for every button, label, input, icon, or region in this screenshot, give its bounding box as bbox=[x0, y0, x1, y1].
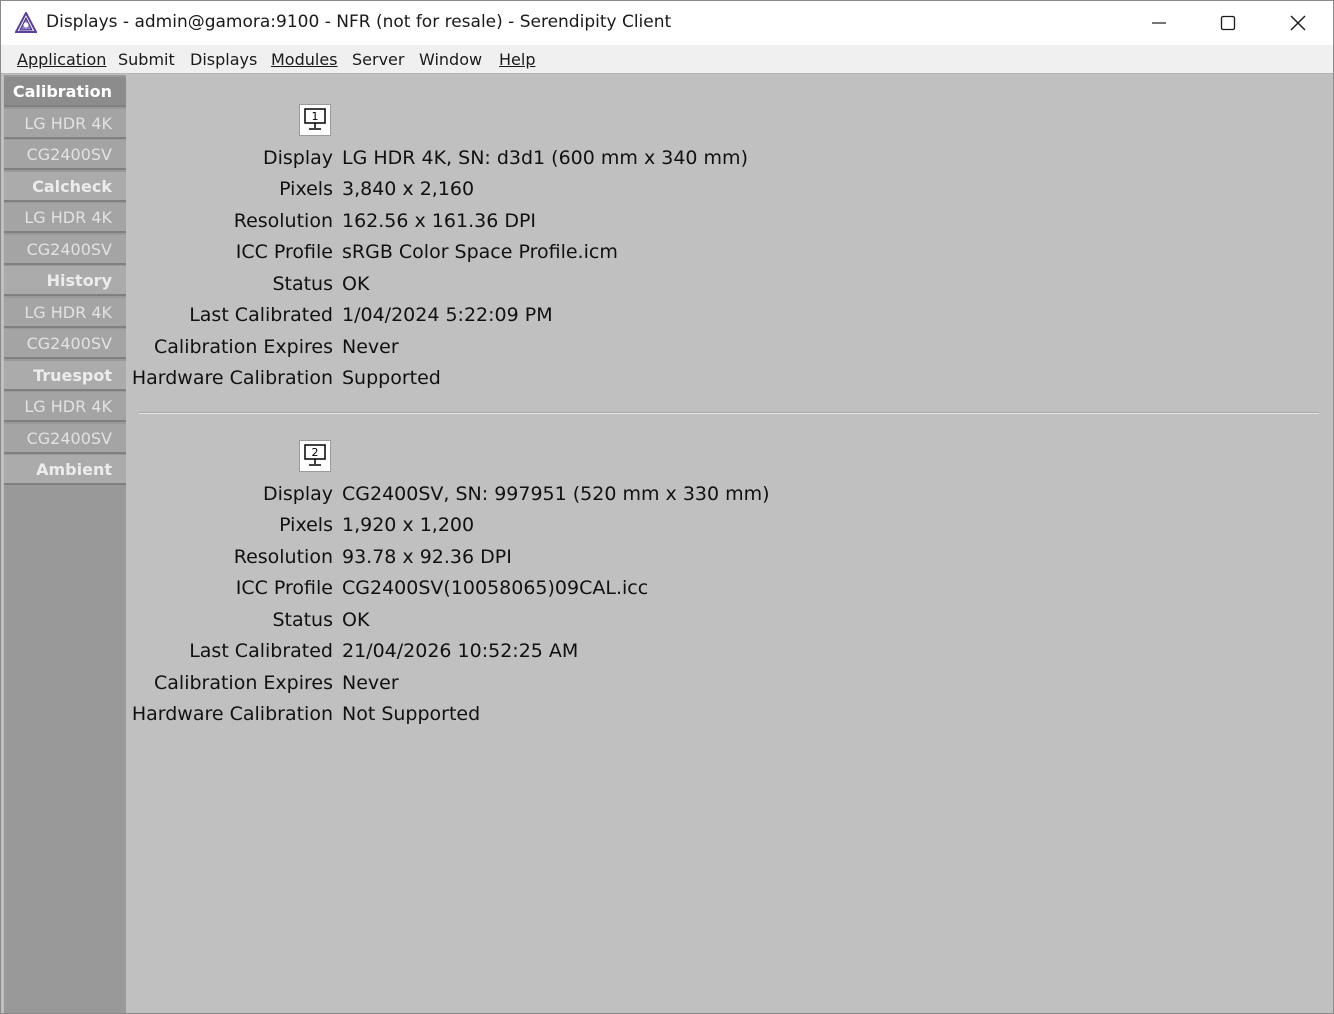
close-button[interactable] bbox=[1263, 1, 1333, 45]
display-2-row-hardware-calibration: Hardware Calibration Not Supported bbox=[126, 703, 1333, 729]
display-2-row-status: Status OK bbox=[126, 609, 1333, 635]
menu-bar: Application Submit Displays Modules Serv… bbox=[1, 45, 1333, 74]
sidebar-item-calibration-lg-hdr-4k[interactable]: LG HDR 4K bbox=[4, 109, 126, 139]
window-title: Displays - admin@gamora:9100 - NFR (not … bbox=[46, 12, 672, 32]
property-value: CG2400SV, SN: 997951 (520 mm x 330 mm) bbox=[342, 483, 770, 505]
monitor-number: 2 bbox=[312, 446, 319, 459]
title-bar[interactable]: Displays - admin@gamora:9100 - NFR (not … bbox=[1, 1, 1333, 45]
app-window: Displays - admin@gamora:9100 - NFR (not … bbox=[0, 0, 1334, 1014]
sidebar-item-truespot-cg2400sv[interactable]: CG2400SV bbox=[4, 424, 126, 454]
display-1-row-icc-profile: ICC Profile sRGB Color Space Profile.icm bbox=[126, 241, 1333, 267]
property-label: Resolution bbox=[233, 210, 333, 232]
property-label: Last Calibrated bbox=[189, 304, 333, 326]
display-1-row-calibration-expires: Calibration Expires Never bbox=[126, 336, 1333, 362]
sidebar-item-truespot-lg-hdr-4k[interactable]: LG HDR 4K bbox=[4, 392, 126, 422]
display-2-row-icc-profile: ICC Profile CG2400SV(10058065)09CAL.icc bbox=[126, 577, 1333, 603]
serendipity-logo-icon bbox=[15, 12, 37, 33]
sidebar-header-calibration[interactable]: Calibration bbox=[4, 77, 126, 107]
maximize-icon bbox=[1220, 15, 1236, 31]
close-icon bbox=[1290, 15, 1306, 31]
sidebar-header-ambient[interactable]: Ambient bbox=[4, 455, 126, 485]
property-label: ICC Profile bbox=[235, 577, 333, 599]
display-1-row-display: Display LG HDR 4K, SN: d3d1 (600 mm x 34… bbox=[126, 147, 1333, 173]
property-value: 1/04/2024 5:22:09 PM bbox=[342, 304, 553, 326]
property-label: Hardware Calibration bbox=[131, 703, 333, 725]
property-value: CG2400SV(10058065)09CAL.icc bbox=[342, 577, 649, 599]
menu-window[interactable]: Window bbox=[419, 50, 482, 69]
property-value: 3,840 x 2,160 bbox=[342, 178, 475, 200]
menu-server[interactable]: Server bbox=[352, 50, 404, 69]
property-value: 162.56 x 161.36 DPI bbox=[342, 210, 537, 232]
minimize-button[interactable] bbox=[1124, 1, 1194, 45]
display-2-row-resolution: Resolution 93.78 x 92.36 DPI bbox=[126, 546, 1333, 572]
display-1-row-resolution: Resolution 162.56 x 161.36 DPI bbox=[126, 210, 1333, 236]
displays-panel: 1 Display LG HDR 4K, SN: d3d1 (600 mm x … bbox=[126, 75, 1333, 1013]
property-label: Pixels bbox=[279, 178, 333, 200]
display-2-row-display: Display CG2400SV, SN: 997951 (520 mm x 3… bbox=[126, 483, 1333, 509]
property-label: Pixels bbox=[279, 514, 333, 536]
display-1-row-pixels: Pixels 3,840 x 2,160 bbox=[126, 178, 1333, 204]
property-label: Status bbox=[272, 609, 333, 631]
property-label: Calibration Expires bbox=[154, 336, 333, 358]
property-value: Not Supported bbox=[342, 703, 481, 725]
display-1-row-last-calibrated: Last Calibrated 1/04/2024 5:22:09 PM bbox=[126, 304, 1333, 330]
property-label: Status bbox=[272, 273, 333, 295]
property-label: Calibration Expires bbox=[154, 672, 333, 694]
property-label: Hardware Calibration bbox=[131, 367, 333, 389]
property-value: sRGB Color Space Profile.icm bbox=[342, 241, 618, 263]
property-label: Resolution bbox=[233, 546, 333, 568]
display-1-row-hardware-calibration: Hardware Calibration Supported bbox=[126, 367, 1333, 393]
menu-submit[interactable]: Submit bbox=[118, 50, 175, 69]
property-value: Never bbox=[342, 336, 399, 358]
monitor-icon: 1 bbox=[299, 104, 331, 136]
section-divider bbox=[139, 412, 1319, 414]
display-1-row-status: Status OK bbox=[126, 273, 1333, 299]
property-value: LG HDR 4K, SN: d3d1 (600 mm x 340 mm) bbox=[342, 147, 748, 169]
monitor-number: 1 bbox=[312, 110, 319, 123]
property-label: Last Calibrated bbox=[189, 640, 333, 662]
menu-displays[interactable]: Displays bbox=[190, 50, 257, 69]
property-value: 93.78 x 92.36 DPI bbox=[342, 546, 512, 568]
property-value: OK bbox=[342, 609, 370, 631]
property-label: Display bbox=[262, 147, 333, 169]
monitor-icon: 2 bbox=[299, 440, 331, 472]
display-2-row-calibration-expires: Calibration Expires Never bbox=[126, 672, 1333, 698]
menu-modules[interactable]: Modules bbox=[271, 50, 338, 69]
display-2-row-pixels: Pixels 1,920 x 1,200 bbox=[126, 514, 1333, 540]
property-value: OK bbox=[342, 273, 370, 295]
property-label: Display bbox=[262, 483, 333, 505]
property-value: Supported bbox=[342, 367, 441, 389]
menu-help[interactable]: Help bbox=[499, 50, 535, 69]
property-value: Never bbox=[342, 672, 399, 694]
display-2-row-last-calibrated: Last Calibrated 21/04/2026 10:52:25 AM bbox=[126, 640, 1333, 666]
maximize-button[interactable] bbox=[1193, 1, 1263, 45]
minimize-icon bbox=[1152, 22, 1166, 24]
menu-application[interactable]: Application bbox=[17, 50, 106, 69]
property-value: 1,920 x 1,200 bbox=[342, 514, 475, 536]
property-label: ICC Profile bbox=[235, 241, 333, 263]
property-value: 21/04/2026 10:52:25 AM bbox=[342, 640, 579, 662]
